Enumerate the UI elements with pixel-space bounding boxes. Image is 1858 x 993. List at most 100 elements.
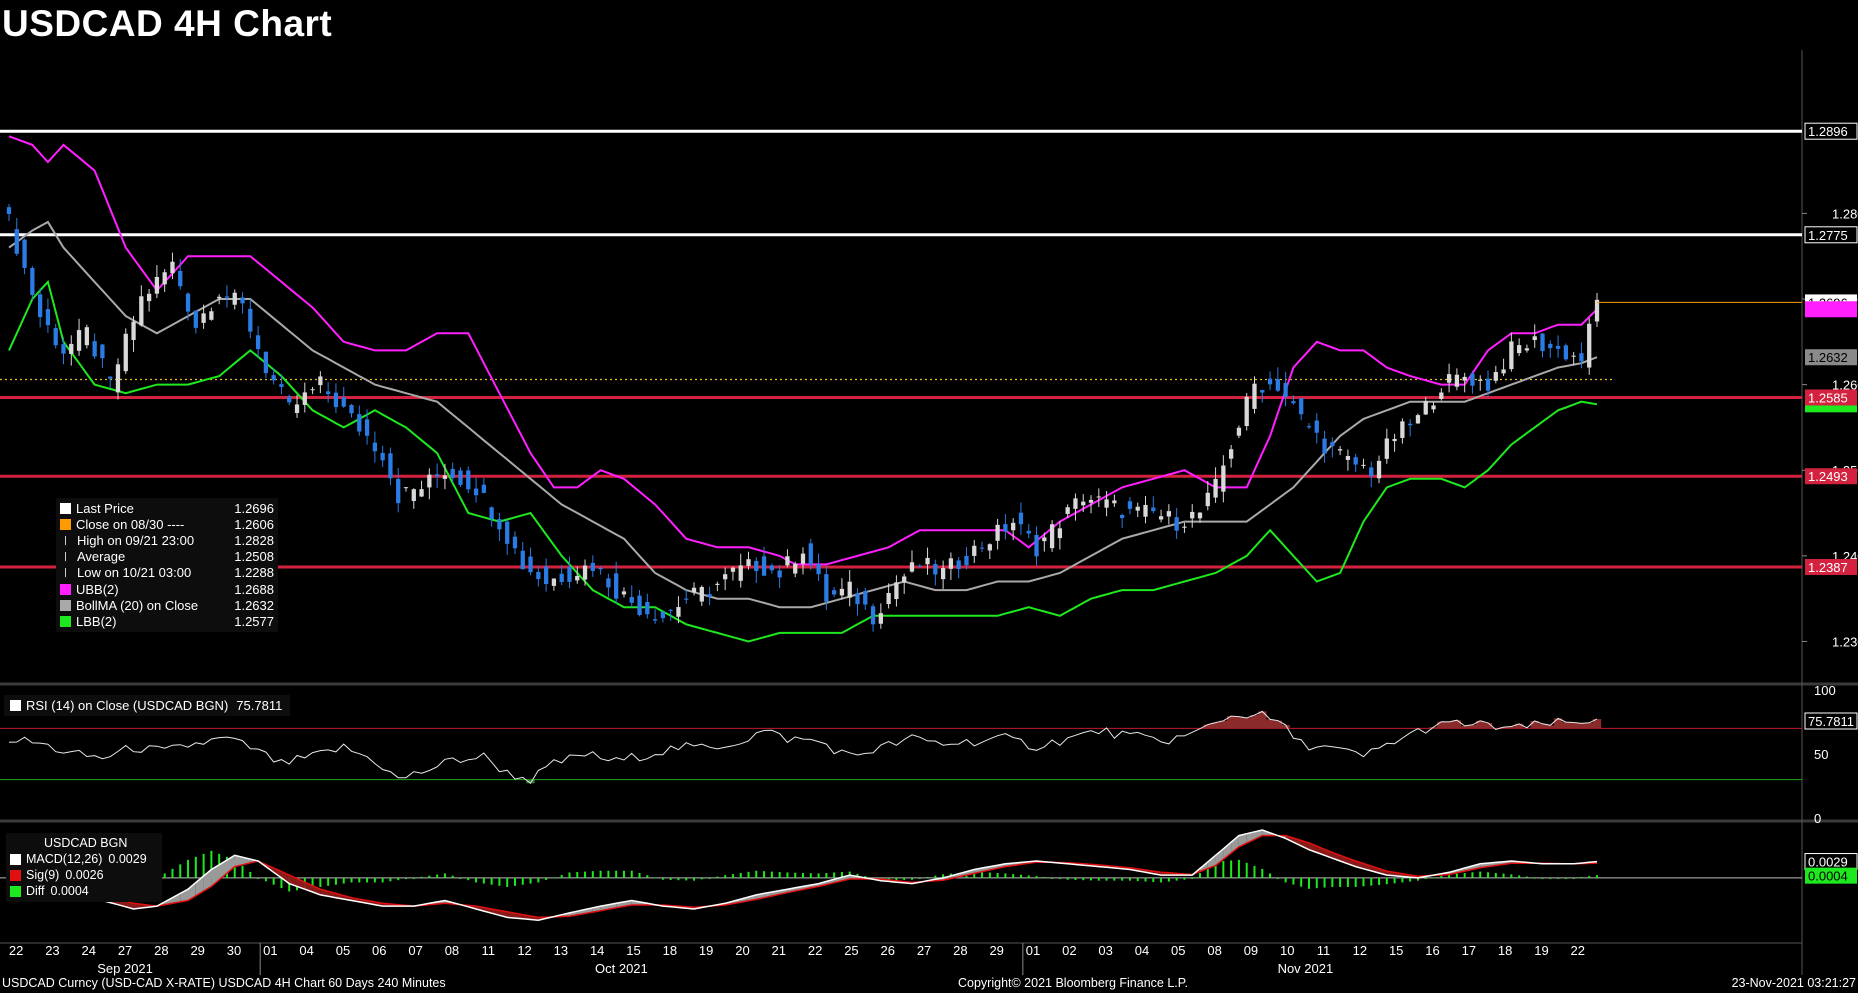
x-month-label: Sep 2021 [97, 961, 153, 976]
candle-body [232, 292, 237, 305]
candle-body [287, 396, 292, 403]
rsi-overbought-fill [1585, 722, 1594, 729]
macd-diff-bar [1012, 874, 1015, 878]
resistance-axis-tag: 1.2775 [1808, 228, 1848, 243]
candle-body [1392, 438, 1397, 442]
x-tick-label: 23 [45, 943, 59, 958]
macd-diff-bar [1004, 873, 1007, 878]
macd-diff-bar [1518, 875, 1521, 878]
candle-body [1096, 496, 1101, 498]
candle-body [676, 607, 681, 617]
x-tick-label: 22 [808, 943, 822, 958]
candle-body [1353, 457, 1358, 465]
candle-body [559, 573, 564, 582]
macd-diff-bar [350, 877, 353, 883]
macd-diff-bar [1494, 872, 1497, 878]
candle-body [645, 602, 650, 615]
candle-body [761, 556, 767, 576]
candle-body [1431, 405, 1436, 410]
macd-diff-bar [381, 877, 384, 883]
macd-diff-bar [498, 877, 501, 886]
macd-legend-value: 0.0004 [50, 884, 89, 899]
price-legend-label: Low on 10/21 03:00 [77, 565, 192, 581]
candle-body [76, 330, 82, 351]
candle-body [61, 344, 66, 354]
macd-diff-bar [342, 877, 345, 884]
macd-legend-label: Sig(9) [26, 868, 60, 883]
macd-diff-bar [241, 865, 244, 878]
macd-diff-bar [677, 877, 680, 881]
candle-body [497, 519, 502, 530]
candle-body [248, 308, 253, 332]
rsi-overbought-fill [1452, 720, 1462, 729]
macd-diff-bar [1541, 877, 1544, 879]
candle-body [691, 587, 697, 593]
candle-body [528, 556, 533, 573]
rsi-overbought-fill [1561, 722, 1571, 729]
candle-body [979, 547, 985, 549]
candle-body [1104, 499, 1109, 508]
candle-body [84, 327, 89, 346]
candle-body [178, 270, 183, 287]
candle-body [1283, 382, 1288, 397]
macd-diff-bar [895, 877, 898, 881]
rsi-overbought-fill [1234, 716, 1244, 729]
price-legend-label: Close on 08/30 ---- [76, 516, 185, 532]
candle-body [131, 321, 136, 340]
macd-diff-bar [778, 872, 781, 878]
macd-diff-bar [981, 872, 984, 878]
candle-body [193, 310, 198, 328]
macd-diff-bar [537, 877, 540, 883]
x-tick-label: 22 [1571, 943, 1585, 958]
macd-diff-bar [529, 877, 532, 884]
candle-body [1081, 501, 1086, 506]
candle-body [730, 567, 736, 572]
macd-diff-bar [1167, 877, 1170, 882]
x-tick-label: 18 [663, 943, 677, 958]
candle-body [115, 364, 121, 393]
candle-body [349, 405, 354, 414]
macd-diff-bar [482, 877, 485, 884]
macd-diff-bar [1580, 877, 1583, 879]
low-marker-icon [65, 568, 72, 578]
macd-diff-bar [661, 877, 664, 880]
candle-body [279, 384, 284, 387]
macd-diff-bar [988, 872, 991, 878]
candle-body [1135, 506, 1140, 511]
candle-body [995, 524, 1000, 541]
macd-diff-bar [817, 873, 820, 878]
ubb-axis-tag-bg [1805, 301, 1857, 318]
candle-body [1299, 398, 1304, 415]
candle-body [1057, 528, 1063, 539]
x-tick-label: 15 [626, 943, 640, 958]
macd-legend-swatch [10, 853, 21, 865]
price-legend-label: LBB(2) [76, 613, 117, 629]
candle-body [1049, 524, 1055, 549]
candle-body [723, 574, 728, 580]
price-legend: Last Price 1.2696 Close on 08/30 ---- 1.260… [56, 498, 278, 632]
macd-diff-bar [1378, 877, 1381, 885]
candle-body [1252, 383, 1257, 409]
x-tick-label: 01 [1026, 943, 1040, 958]
candle-body [372, 442, 378, 452]
macd-diff-bar [506, 877, 509, 887]
candle-body [1555, 345, 1561, 349]
macd-diff-bar [1346, 877, 1349, 887]
rsi-overbought-fill [1250, 715, 1259, 729]
macd-diff-bar [568, 872, 571, 878]
candle-body [1322, 438, 1327, 454]
candle-body [1260, 390, 1265, 393]
candle-body [956, 560, 961, 569]
candle-body [987, 544, 992, 551]
macd-diff-bar [420, 876, 423, 878]
candle-body [1267, 378, 1273, 385]
candle-body [1376, 460, 1382, 479]
candle-body [1011, 522, 1016, 531]
macd-diff-bar [1370, 877, 1373, 886]
macd-diff-bar [622, 870, 625, 878]
macd-diff-bar [552, 877, 555, 879]
macd-legend-swatch [10, 869, 21, 881]
candle-body [621, 591, 627, 595]
macd-axis-tag: 0.0029 [1808, 855, 1848, 870]
macd-diff-bar [1510, 874, 1513, 878]
